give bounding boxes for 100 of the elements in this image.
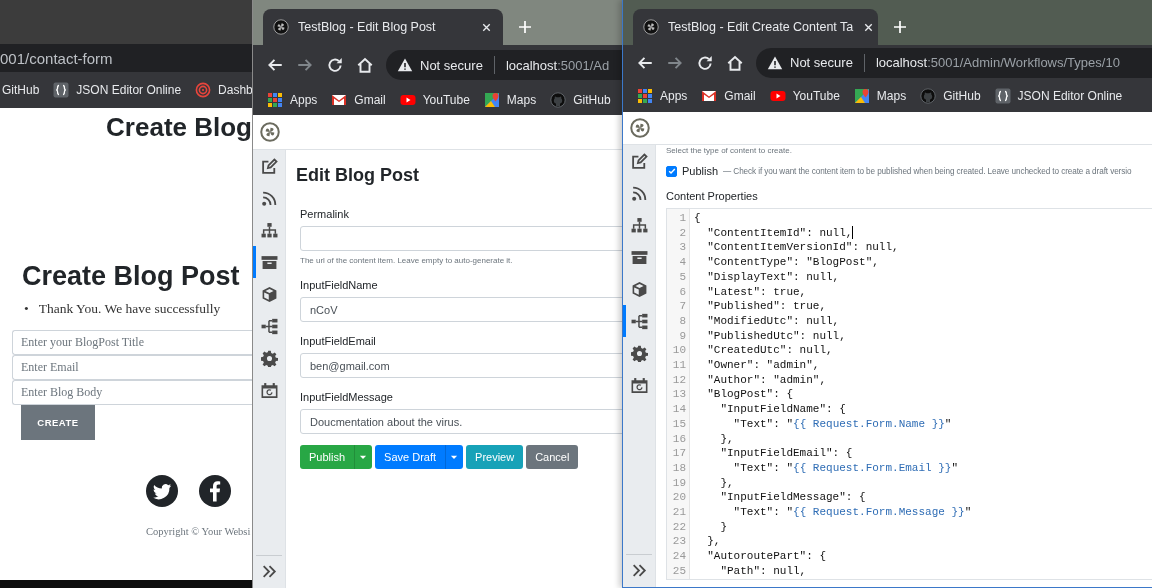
calendar-icon	[630, 376, 648, 394]
bookmark[interactable]: Gmail	[701, 88, 756, 104]
line-number: 14	[671, 402, 687, 417]
text-field[interactable]: Doucmentation about the virus.	[300, 409, 622, 434]
bookmark[interactable]: Apps	[637, 88, 688, 104]
target-icon	[195, 82, 212, 98]
sitemap-icon	[260, 221, 278, 239]
bookmark[interactable]: Maps	[853, 88, 907, 104]
text-field[interactable]: nCoV	[300, 297, 622, 322]
action-button[interactable]: Cancel	[526, 445, 579, 469]
f-logo-icon[interactable]	[199, 475, 231, 507]
cube-icon	[260, 285, 278, 303]
braces-icon	[53, 82, 70, 98]
bird-icon[interactable]	[146, 475, 178, 507]
text-field[interactable]: Enter your BlogPost Title	[12, 330, 252, 355]
code-line: "DisplayText": null,	[706, 269, 841, 285]
code-line: "BlogPost": {	[706, 387, 795, 403]
line-number: 12	[671, 372, 687, 388]
line-number: 16	[671, 431, 687, 447]
security-label: Not secure	[790, 55, 853, 70]
code-line: "PublishedUtc": null,	[706, 328, 847, 344]
page-title: Edit Blog Post	[296, 164, 420, 186]
help-text: — Check if you want the content item to be published when being created. Leave unchecked to create a draft versio	[723, 166, 1132, 176]
line-number: 6	[678, 284, 687, 300]
archive-icon	[260, 253, 278, 271]
map-pin-icon	[853, 88, 870, 104]
settings-icon	[630, 344, 648, 362]
bookmark[interactable]: Dashb	[195, 82, 252, 98]
code-line: },	[719, 431, 735, 447]
line-number: 11	[671, 358, 687, 373]
page-heading: Create Blog	[105, 111, 252, 143]
code-line: "Text": "{{ Request.Form.Email }}"	[732, 460, 960, 476]
code-line: "ContentItemVersionId": null,	[706, 240, 900, 256]
favicon-icon	[273, 19, 289, 35]
round-logo-icon	[920, 88, 937, 104]
reload-icon[interactable]	[326, 56, 344, 74]
mail-icon	[331, 92, 348, 108]
code-line: },	[719, 475, 735, 491]
action-button[interactable]: Save Draft	[375, 445, 446, 469]
grid-icon	[267, 92, 283, 108]
code-line: "CreatedUtc": null,	[706, 343, 834, 359]
checkbox[interactable]	[666, 165, 677, 177]
bookmark[interactable]: JSON Editor Online	[994, 88, 1123, 104]
bookmark[interactable]: GitHub	[550, 92, 611, 108]
rss-icon	[630, 184, 648, 202]
text-field[interactable]: Enter Blog Body	[12, 380, 252, 405]
browser-tab[interactable]: TestBlog - Edit Create Content Ta	[633, 9, 878, 45]
line-number: 5	[678, 269, 687, 285]
bookmark[interactable]: YouTube	[769, 88, 840, 104]
field-label: InputFieldMessage	[300, 390, 394, 404]
success-message: Thank You. We have successfully	[38, 300, 221, 318]
code-line: {	[694, 211, 702, 226]
bookmark[interactable]: GitHub	[920, 88, 981, 104]
text-field[interactable]: ben@gmail.com	[300, 353, 622, 378]
favicon-icon	[643, 19, 659, 35]
section-title: Content Properties	[666, 189, 759, 203]
field-label: InputFieldName	[300, 278, 379, 292]
reload-icon[interactable]	[696, 53, 714, 72]
address-bar[interactable]: Not secure localhost:5001/Admin/Workflows/Types/10	[756, 47, 1152, 78]
text-field[interactable]	[300, 226, 622, 251]
bookmark[interactable]: Maps	[483, 92, 537, 108]
page-heading: Create Blog Post	[22, 260, 241, 292]
code-line: "InputFieldEmail": {	[719, 446, 854, 461]
bookmark[interactable]: Gmail	[331, 92, 386, 108]
line-number: 15	[671, 416, 687, 432]
grid-icon	[637, 88, 653, 104]
line-number: 9	[678, 328, 687, 344]
bookmark[interactable]: YouTube	[399, 92, 470, 108]
field-hint: The url of the content item. Leave empty to auto-generate it.	[300, 255, 514, 266]
rss-icon	[260, 189, 278, 207]
browser-tab[interactable]: TestBlog - Edit Blog Post	[263, 9, 503, 45]
field-label: Permalink	[300, 207, 350, 221]
code-editor[interactable]	[666, 208, 1152, 580]
line-number: 1	[678, 211, 687, 226]
dropdown-toggle[interactable]	[354, 445, 373, 469]
pencil-icon	[630, 152, 648, 170]
address-bar[interactable]: Not secure localhost:5001/Ad	[386, 50, 622, 80]
dropdown-toggle[interactable]	[445, 445, 464, 469]
copyright-text: Copyright © Your Websi	[146, 526, 252, 537]
line-number: 8	[678, 313, 687, 329]
bookmark[interactable]: Apps	[267, 92, 318, 108]
logo-icon[interactable]	[630, 118, 650, 138]
code-line: "AutoroutePart": {	[706, 549, 828, 564]
plus-icon[interactable]	[517, 19, 533, 35]
bookmark[interactable]: GitHub	[2, 83, 40, 97]
logo-icon[interactable]	[260, 122, 280, 142]
code-line: "Owner": "admin",	[706, 358, 821, 373]
code-line: "ContentItemId": null,	[706, 225, 855, 241]
line-number: 2	[678, 225, 687, 241]
play-icon	[399, 92, 416, 108]
url-text: localhost:5001/Ad	[505, 57, 610, 73]
bookmark[interactable]: JSON Editor Online	[53, 82, 182, 98]
security-label: Not secure	[420, 57, 483, 73]
text-field[interactable]: Enter Email	[12, 355, 252, 380]
plus-icon[interactable]	[892, 19, 908, 35]
home-icon[interactable]	[356, 56, 374, 74]
code-line: "ContentType": "BlogPost",	[706, 255, 880, 270]
bullet: •	[24, 300, 29, 318]
create-button[interactable]: CREATE	[21, 405, 95, 440]
home-icon[interactable]	[726, 53, 744, 72]
